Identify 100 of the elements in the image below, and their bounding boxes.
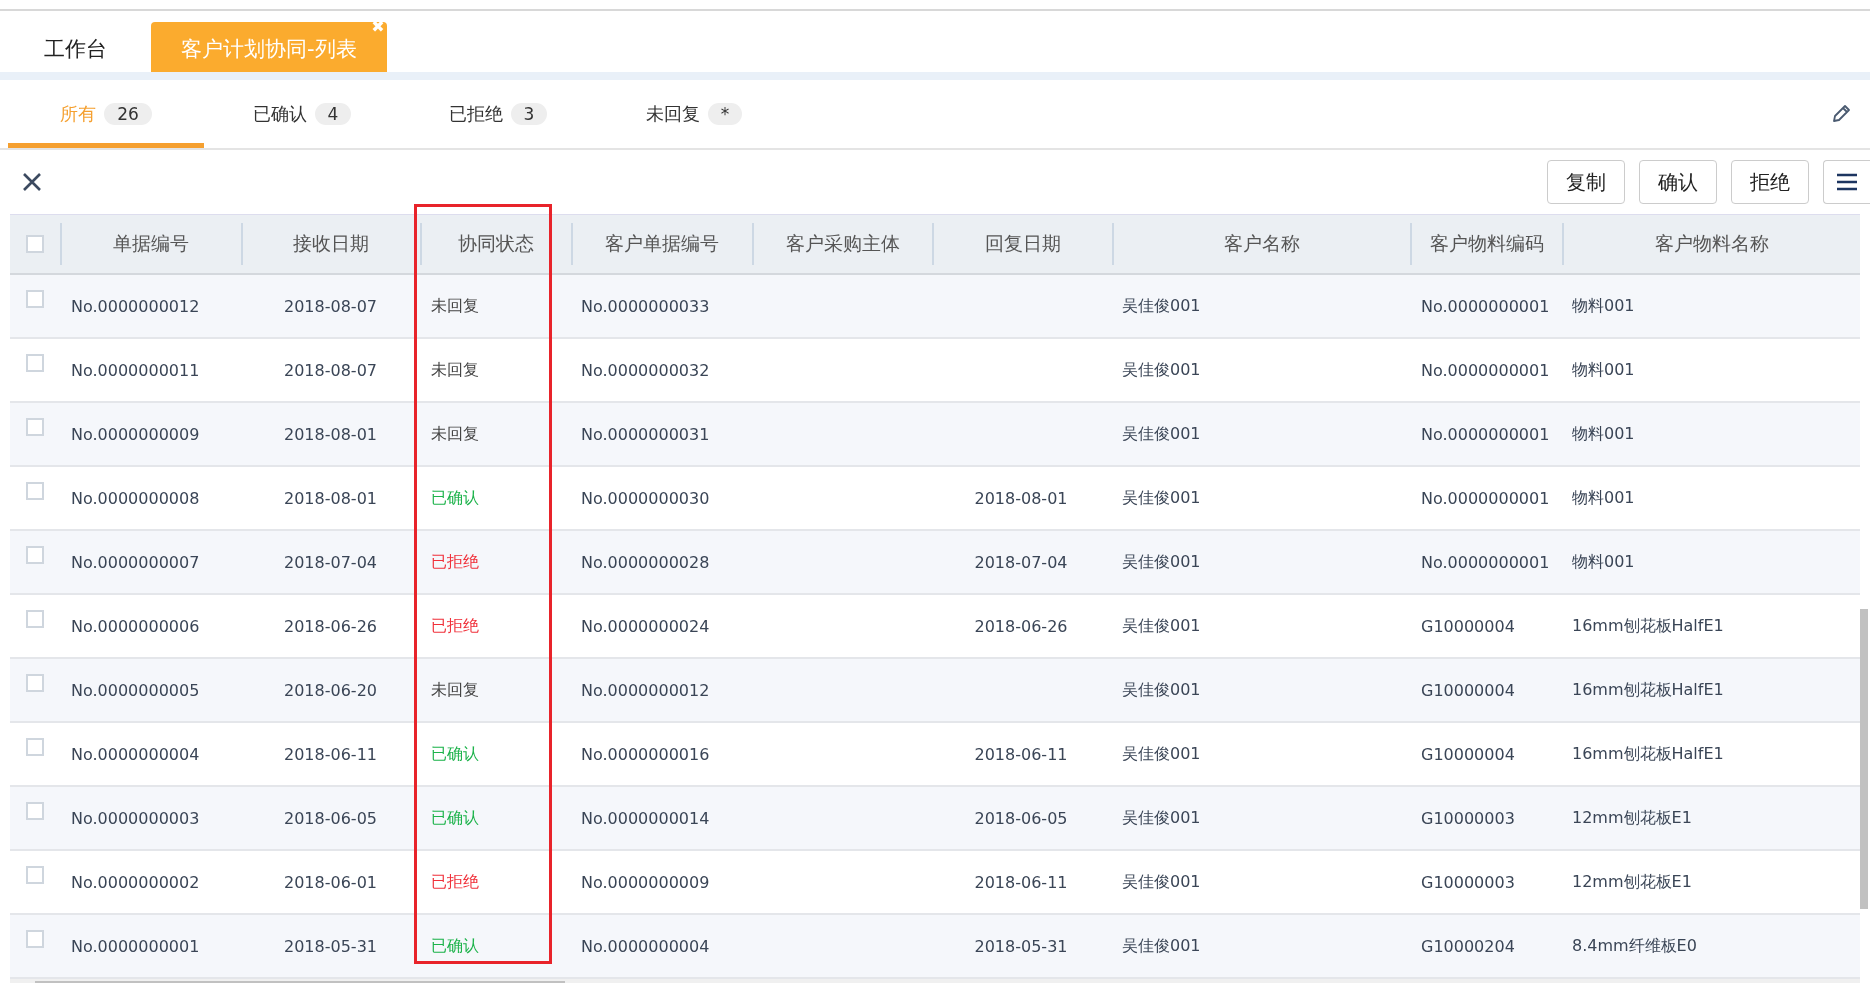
table-cell: 16mm刨花板HalfE1 [1572,743,1724,765]
table-cell: G10000004 [1421,616,1515,636]
checkbox[interactable] [26,738,44,756]
pencil-icon[interactable] [1830,103,1852,125]
table-cell: 2018-08-01 [974,488,1068,508]
table-cell: 2018-08-01 [284,424,377,444]
count-badge: 26 [104,102,152,125]
table-cell: 2018-08-01 [284,488,377,508]
filter-tab[interactable]: 未回复 * [596,80,792,148]
table-cell: 吴佳俊001 [1122,679,1201,701]
checkbox[interactable] [26,610,44,628]
table-cell: 物料001 [1572,551,1635,573]
table-cell: 2018-06-11 [284,744,377,764]
table-cell: 吴佳俊001 [1122,295,1201,317]
table-cell: G10000003 [1421,872,1515,892]
table-cell: 已拒绝 [431,871,479,893]
table-cell: 吴佳俊001 [1122,359,1201,381]
table-cell: No.0000000001 [1421,488,1550,508]
table-cell: No.0000000001 [1421,552,1550,572]
table-cell: 未回复 [431,423,479,445]
table-cell: No.0000000001 [1421,296,1550,316]
table-cell: 2018-06-01 [284,872,377,892]
toolbar-button[interactable]: 拒绝 [1731,160,1809,204]
table-cell: No.0000000012 [581,680,710,700]
column-header: 客户单据编号 [605,231,720,256]
table-cell: 2018-06-05 [974,808,1068,828]
table-cell: G10000004 [1421,680,1515,700]
checkbox[interactable] [26,802,44,820]
table-cell: No.0000000031 [581,424,710,444]
close-icon[interactable] [22,172,42,192]
table-cell: No.0000000001 [1421,360,1550,380]
table-cell: 2018-06-26 [284,616,377,636]
checkbox[interactable] [25,235,44,253]
table-cell: No.0000000014 [581,808,710,828]
table-cell: 2018-08-07 [284,296,377,316]
table-cell: 2018-05-31 [974,936,1068,956]
toolbar-button[interactable]: 复制 [1547,160,1625,204]
checkbox[interactable] [26,354,44,372]
column-header: 客户采购主体 [785,231,900,256]
table-cell: 已拒绝 [431,551,479,573]
table-cell: 已拒绝 [431,615,479,637]
checkbox[interactable] [26,674,44,692]
table-cell: 吴佳俊001 [1122,551,1201,573]
filter-tab[interactable]: 已确认 4 [204,80,400,148]
table-cell: 已确认 [431,743,479,765]
table-cell: 吴佳俊001 [1122,487,1201,509]
menu-button[interactable] [1823,160,1870,204]
table-cell: No.0000000030 [581,488,710,508]
toolbar-button[interactable]: 确认 [1639,160,1717,204]
table-cell: No.0000000005 [71,680,200,700]
page-tab[interactable]: 工作台 [14,22,137,72]
table-cell: 未回复 [431,359,479,381]
table-cell: 2018-07-04 [974,552,1068,572]
table-cell: No.0000000001 [71,936,200,956]
table-cell: 2018-06-26 [974,616,1068,636]
table-cell: 已确认 [431,487,479,509]
table-cell: 16mm刨花板HalfE1 [1572,679,1724,701]
column-header: 客户物料名称 [1654,231,1769,256]
table-cell: No.0000000002 [71,872,200,892]
filter-tab[interactable]: 已拒绝 3 [400,80,596,148]
menu-icon [1836,173,1858,191]
table-cell: 16mm刨花板HalfE1 [1572,615,1724,637]
table-cell: No.0000000004 [71,744,200,764]
table-cell: 物料001 [1572,487,1635,509]
column-header: 客户物料编码 [1430,231,1545,256]
table-cell: No.0000000032 [581,360,710,380]
count-badge: * [707,102,743,125]
column-header: 回复日期 [985,231,1062,256]
checkbox[interactable] [26,866,44,884]
table-cell: 物料001 [1572,359,1635,381]
checkbox[interactable] [26,418,44,436]
table-cell: 2018-06-20 [284,680,377,700]
table-cell: 吴佳俊001 [1122,935,1201,957]
table-cell: No.0000000009 [71,424,200,444]
table-cell: No.0000000016 [581,744,710,764]
table-cell: No.0000000007 [71,552,200,572]
table-cell: 物料001 [1572,295,1635,317]
table-cell: 未回复 [431,679,479,701]
table-cell: 2018-06-11 [974,872,1068,892]
table-cell: No.0000000033 [581,296,710,316]
checkbox[interactable] [26,290,44,308]
table-cell: 12mm刨花板E1 [1572,807,1692,829]
scrollbar-thumb[interactable] [1860,609,1868,909]
table-cell: 2018-06-05 [284,808,377,828]
table-cell: 物料001 [1572,423,1635,445]
table-cell: No.0000000008 [71,488,200,508]
table-cell: 已确认 [431,807,479,829]
checkbox[interactable] [26,930,44,948]
filter-tab[interactable]: 所有 26 [8,80,204,148]
table-cell: No.0000000024 [581,616,710,636]
table-cell: No.0000000006 [71,616,200,636]
table-cell: No.0000000001 [1421,424,1550,444]
table-cell: No.0000000003 [71,808,200,828]
table-cell: G10000204 [1421,936,1515,956]
table-cell: 吴佳俊001 [1122,743,1201,765]
table-cell: No.0000000028 [581,552,710,572]
table-cell: 未回复 [431,295,479,317]
table-cell: 2018-06-11 [974,744,1068,764]
checkbox[interactable] [26,546,44,564]
checkbox[interactable] [26,482,44,500]
